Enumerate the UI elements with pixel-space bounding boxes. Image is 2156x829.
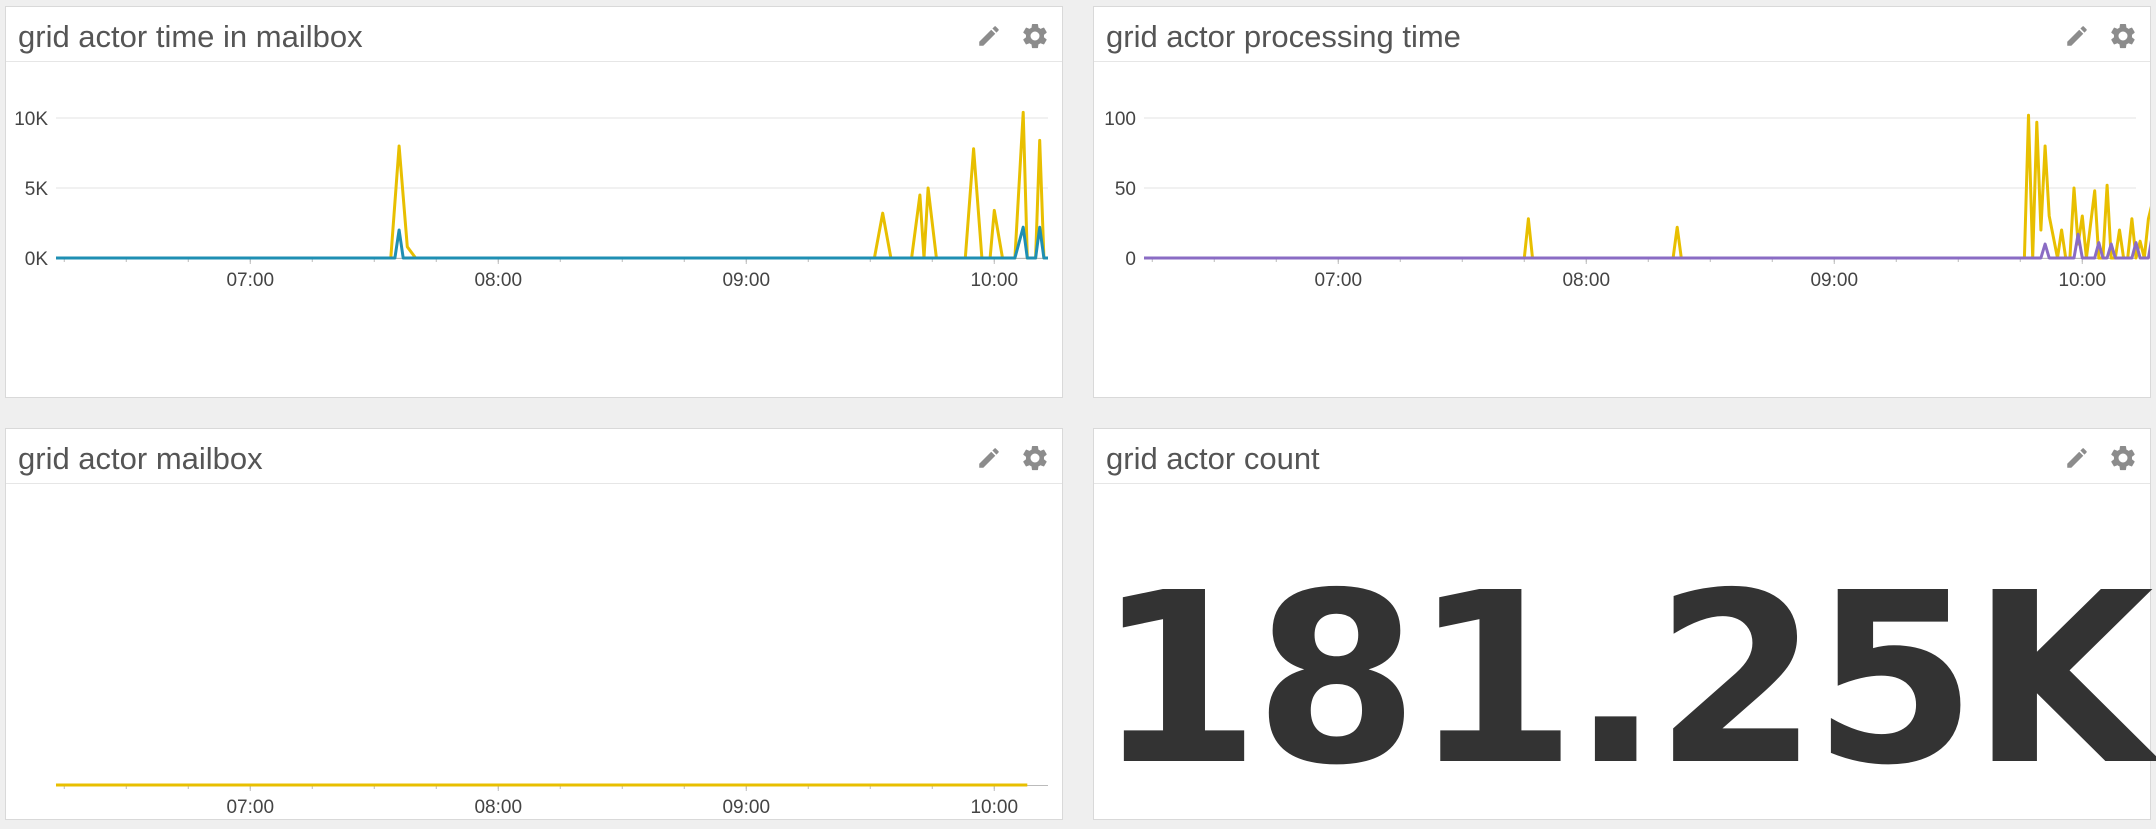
gear-icon[interactable] [1018, 19, 1052, 53]
gear-icon[interactable] [2106, 19, 2140, 53]
series-line-yellow [56, 110, 1048, 260]
series-line-teal [56, 225, 1048, 260]
x-tick-label: 08:00 [474, 270, 522, 291]
panel-title: grid actor count [1106, 441, 1320, 476]
x-tick-label: 09:00 [1810, 270, 1858, 291]
panel-time-in-mailbox: grid actor time in mailbox 0K 5K 10K 07:00 0… [5, 6, 1063, 398]
x-tick-label: 10:00 [970, 797, 1018, 818]
x-tick-label: 09:00 [722, 797, 770, 818]
panel-title: grid actor processing time [1106, 19, 1461, 54]
x-tick-label: 10:00 [2058, 270, 2106, 291]
y-tick-label: 10K [14, 109, 48, 130]
y-tick-label: 100 [1104, 109, 1136, 130]
x-tick-label: 07:00 [226, 270, 274, 291]
panel-tools [972, 19, 1052, 53]
series-line-purple [1144, 232, 2150, 260]
x-tick-label: 10:00 [970, 270, 1018, 291]
chart-mailbox: 07:00 08:00 09:00 10:00 [56, 783, 1048, 818]
chart-time-in-mailbox: 0K 5K 10K 07:00 08:00 09:00 10:00 [14, 109, 1048, 291]
x-tick-label: 07:00 [1314, 270, 1362, 291]
y-tick-label: 5K [25, 179, 49, 200]
header-divider [1094, 483, 2150, 484]
panel-tools [2060, 441, 2140, 475]
pencil-icon[interactable] [2060, 19, 2094, 53]
header-divider [6, 61, 1062, 62]
gear-icon[interactable] [1018, 441, 1052, 475]
y-tick-label: 0K [25, 249, 49, 270]
panel-mailbox: grid actor mailbox 07:00 08:00 09:00 10:00 [5, 428, 1063, 820]
y-tick-label: 50 [1115, 179, 1136, 200]
pencil-icon[interactable] [2060, 441, 2094, 475]
panel-actor-count: grid actor count 181.25K [1093, 428, 2154, 820]
x-tick-label: 08:00 [474, 797, 522, 818]
x-tick-label: 09:00 [722, 270, 770, 291]
header-divider [6, 483, 1062, 484]
header-divider [1094, 61, 2150, 62]
panel-title: grid actor mailbox [18, 441, 263, 476]
chart-processing-time: 0 50 100 07:00 08:00 09:00 10:00 [1104, 109, 2150, 291]
gear-icon[interactable] [2106, 441, 2140, 475]
panel-tools [972, 441, 1052, 475]
x-tick-label: 07:00 [226, 797, 274, 818]
panel-tools [2060, 19, 2140, 53]
y-tick-label: 0 [1125, 249, 1136, 270]
series-line-yellow [1144, 113, 2150, 260]
x-tick-label: 08:00 [1562, 270, 1610, 291]
actor-count-value: 181.25K [1096, 541, 2154, 817]
panel-processing-time: grid actor processing time 0 50 100 07:00 08… [1093, 6, 2151, 398]
pencil-icon[interactable] [972, 441, 1006, 475]
panel-title: grid actor time in mailbox [18, 19, 363, 54]
pencil-icon[interactable] [972, 19, 1006, 53]
